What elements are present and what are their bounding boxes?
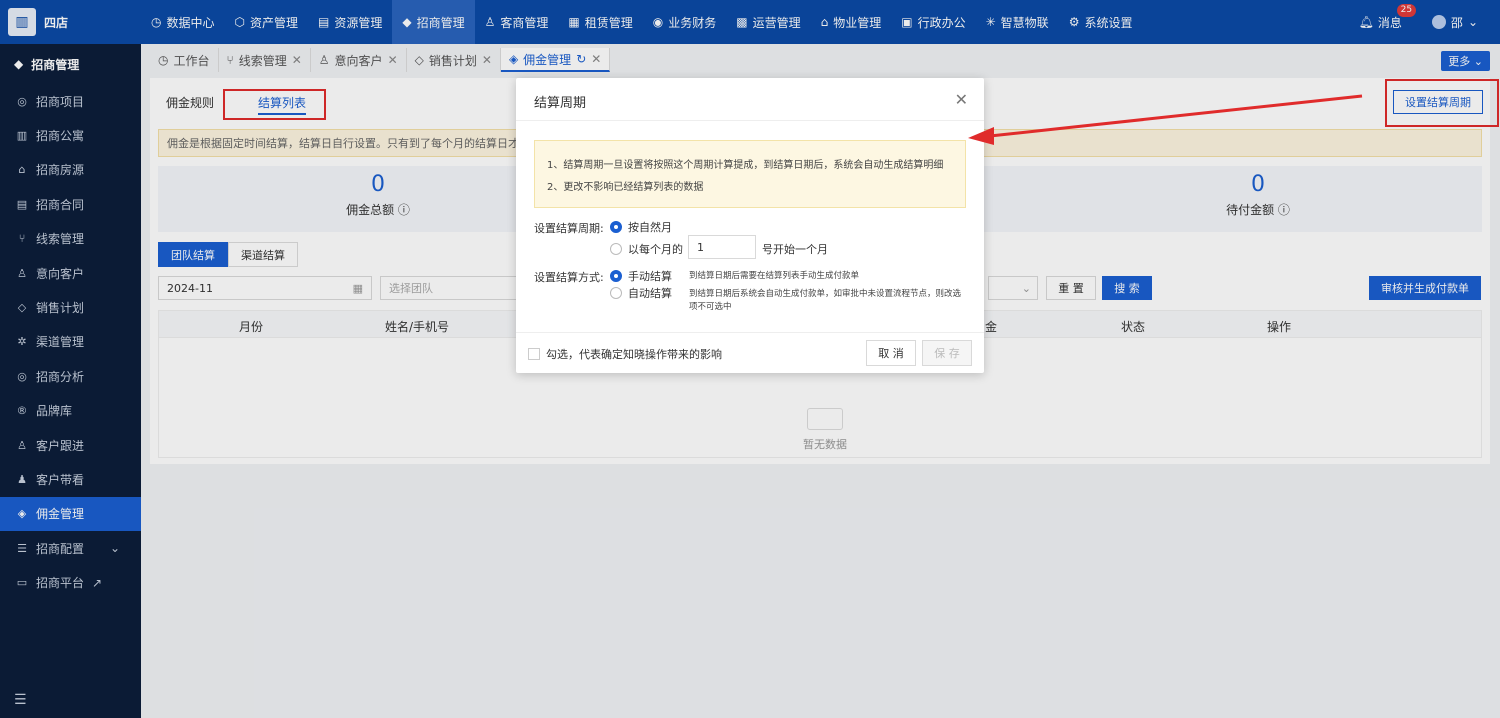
period-label: 设置结算周期: [534,222,604,235]
radio-unchecked [610,243,622,255]
method-auto-radio[interactable]: 自动结算 [610,285,672,301]
dialog-tip: 1、结算周期一旦设置将按照这个周期计算提成，到结算日期后，系统会自动生成结算明细… [534,140,966,208]
checkbox-box [528,348,540,360]
settlement-period-dialog: 结算周期 ✕ 1、结算周期一旦设置将按照这个周期计算提成，到结算日期后，系统会自… [516,78,984,373]
method-auto-desc: 到结算日期后系统会自动生成付款单，如审批中未设置流程节点，则改选 项不可选中 [689,289,962,312]
radio-checked [610,221,622,233]
period-day-input[interactable]: 1 [688,235,756,259]
method-manual-desc: 到结算日期后需要在结算列表手动生成付款单 [689,271,860,281]
period-natural-month-radio[interactable]: 按自然月 [610,219,672,235]
dialog-title: 结算周期 [534,96,587,111]
acknowledge-checkbox[interactable]: 勾选，代表确定知晓操作带来的影响 [528,346,722,362]
radio-unchecked [610,287,622,299]
radio-checked [610,270,622,282]
method-manual-radio[interactable]: 手动结算 [610,268,672,284]
cancel-button[interactable]: 取 消 [866,340,916,366]
save-button[interactable]: 保 存 [922,340,972,366]
period-custom-day-radio[interactable]: 以每个月的 [610,241,683,257]
period-day-suffix: 号开始一个月 [762,243,828,256]
method-label: 设置结算方式: [534,271,604,284]
close-icon[interactable]: ✕ [955,90,968,109]
